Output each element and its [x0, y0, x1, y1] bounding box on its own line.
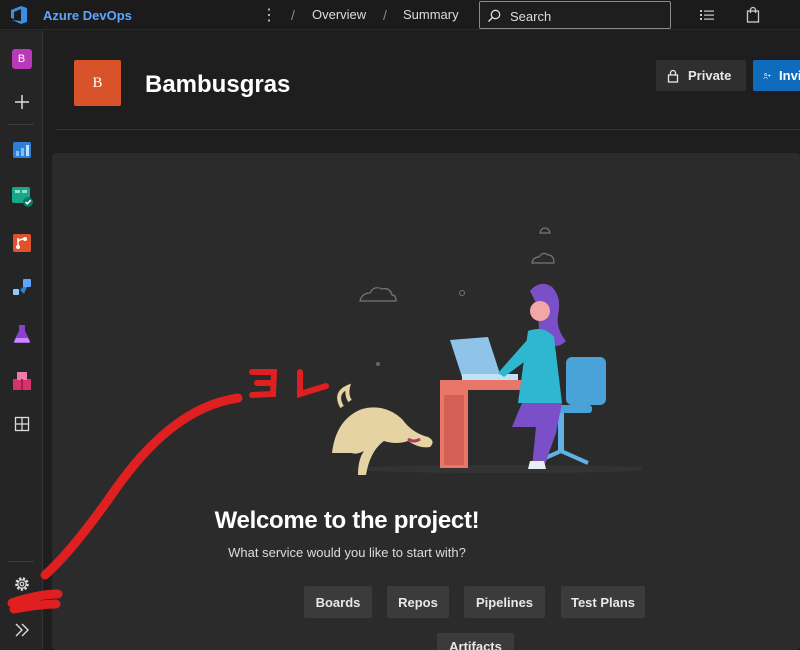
visibility-button[interactable]: Private — [656, 60, 746, 91]
gear-icon — [14, 577, 29, 591]
service-pipelines-button[interactable]: Pipelines — [464, 586, 545, 618]
breadcrumb-overview[interactable]: Overview — [312, 7, 366, 22]
visibility-label: Private — [688, 68, 732, 83]
top-bar: Azure DevOps ⋮ / Overview / Summary — [0, 0, 800, 30]
project-badge: B — [11, 49, 32, 69]
project-avatar: B — [74, 60, 121, 106]
expand-nav-button[interactable] — [0, 610, 43, 650]
main-content: B Bambusgras Private Invite — [44, 31, 800, 650]
breadcrumb-separator: / — [383, 7, 387, 23]
header-divider — [56, 129, 800, 130]
task-list-icon[interactable] — [698, 6, 716, 24]
sidebar-item-overview[interactable] — [0, 130, 43, 170]
welcome-title: Welcome to the project! — [214, 507, 480, 534]
sidebar-item-artifacts[interactable] — [0, 361, 43, 401]
plus-icon — [14, 95, 29, 109]
sidebar-item-pipelines[interactable] — [0, 268, 43, 308]
welcome-subtitle: What service would you like to start wit… — [228, 545, 466, 560]
welcome-card: Welcome to the project! What service wou… — [52, 153, 800, 650]
sidebar-item-repos[interactable] — [0, 223, 43, 263]
breadcrumb-summary[interactable]: Summary — [403, 7, 459, 22]
shopping-bag-icon[interactable] — [744, 6, 762, 24]
left-navigation: B — [0, 31, 43, 650]
project-settings-button[interactable] — [0, 564, 43, 604]
page-title: Bambusgras — [145, 71, 291, 98]
more-vertical-icon[interactable]: ⋮ — [261, 5, 277, 25]
sidebar-item-extension[interactable] — [0, 404, 43, 444]
lock-icon — [667, 69, 679, 83]
nav-divider — [8, 124, 34, 125]
sidebar-item-test-plans[interactable] — [0, 314, 43, 354]
nav-divider — [8, 561, 34, 562]
breadcrumb-separator: / — [291, 7, 295, 23]
azure-devops-window: Azure DevOps ⋮ / Overview / Summary B — [0, 0, 800, 650]
service-boards-button[interactable]: Boards — [304, 586, 372, 618]
invite-label: Invite — [779, 68, 800, 83]
sidebar-item-add[interactable] — [0, 82, 43, 122]
sidebar-item-boards[interactable] — [0, 176, 43, 216]
service-repos-button[interactable]: Repos — [387, 586, 449, 618]
repos-icon — [12, 234, 31, 252]
add-people-icon — [763, 72, 771, 79]
test-plans-icon — [13, 325, 30, 343]
service-artifacts-button[interactable]: Artifacts — [437, 633, 514, 650]
pipelines-icon — [12, 279, 31, 296]
boards-icon — [11, 187, 33, 207]
search-box[interactable] — [479, 1, 671, 29]
double-chevron-right-icon — [15, 623, 29, 637]
service-test-plans-button[interactable]: Test Plans — [561, 586, 645, 618]
invite-button[interactable]: Invite — [753, 60, 800, 91]
search-input[interactable] — [510, 7, 660, 25]
artifacts-icon — [12, 372, 31, 390]
azure-devops-logo-icon[interactable] — [8, 4, 30, 26]
project-switcher[interactable]: B — [0, 39, 43, 79]
grid-icon — [14, 416, 29, 432]
overview-icon — [12, 142, 31, 158]
app-name[interactable]: Azure DevOps — [43, 8, 132, 23]
search-icon — [488, 9, 501, 22]
welcome-illustration — [332, 227, 642, 475]
